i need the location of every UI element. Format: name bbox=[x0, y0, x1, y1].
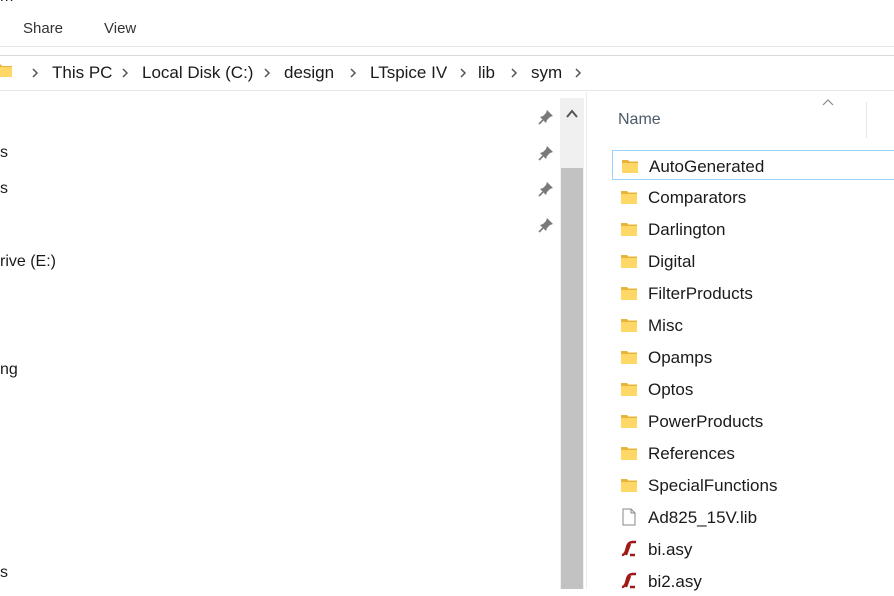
column-header-name[interactable]: Name bbox=[618, 111, 661, 129]
folder-icon bbox=[621, 319, 637, 332]
ribbon-tab-bar: Share View bbox=[0, 0, 894, 48]
ltspice-symbol-icon bbox=[621, 540, 636, 557]
chevron-right-icon[interactable] bbox=[458, 66, 468, 80]
breadcrumb-this-pc[interactable]: This PC bbox=[52, 63, 112, 83]
breadcrumb-sym[interactable]: sym bbox=[531, 63, 562, 83]
nav-item[interactable]: s bbox=[0, 180, 8, 198]
breadcrumb-ltspice[interactable]: LTspice IV bbox=[370, 63, 447, 83]
file-name: bi2.asy bbox=[648, 572, 702, 591]
chevron-right-icon[interactable] bbox=[348, 66, 358, 80]
file-name: References bbox=[648, 444, 735, 463]
scroll-up-arrow-icon[interactable] bbox=[560, 98, 584, 128]
column-separator[interactable] bbox=[866, 102, 867, 138]
folder-icon bbox=[621, 287, 637, 300]
file-name: PowerProducts bbox=[648, 412, 764, 431]
tab-view[interactable]: View bbox=[104, 20, 136, 37]
list-item[interactable]: FilterProducts bbox=[612, 278, 894, 308]
folder-icon bbox=[621, 415, 637, 428]
file-name: Misc bbox=[648, 316, 683, 335]
nav-item[interactable]: s bbox=[0, 144, 8, 162]
chevron-right-icon[interactable] bbox=[30, 66, 40, 80]
list-item[interactable]: References bbox=[612, 438, 894, 468]
breadcrumb-local-disk[interactable]: Local Disk (C:) bbox=[142, 63, 253, 83]
pin-icon[interactable] bbox=[538, 145, 554, 161]
tab-share[interactable]: Share bbox=[23, 20, 63, 37]
file-name: bi.asy bbox=[648, 540, 693, 559]
list-item[interactable]: AutoGenerated bbox=[612, 150, 894, 180]
pin-icon[interactable] bbox=[538, 181, 554, 197]
file-name: Optos bbox=[648, 380, 694, 399]
list-item[interactable]: PowerProducts bbox=[612, 406, 894, 436]
scroll-thumb[interactable] bbox=[561, 168, 583, 589]
nav-item-drive-e[interactable]: rive (E:) bbox=[0, 253, 56, 271]
chevron-right-icon[interactable] bbox=[120, 66, 130, 80]
list-item[interactable]: Comparators bbox=[612, 182, 894, 212]
pane-splitter[interactable] bbox=[586, 92, 587, 589]
file-name: SpecialFunctions bbox=[648, 476, 778, 495]
folder-icon bbox=[621, 223, 637, 236]
list-item[interactable]: Darlington bbox=[612, 214, 894, 244]
file-name: Darlington bbox=[648, 220, 726, 239]
folder-icon bbox=[621, 479, 637, 492]
folder-icon bbox=[622, 160, 638, 173]
folder-icon bbox=[0, 64, 12, 77]
file-name: FilterProducts bbox=[648, 284, 753, 303]
chevron-right-icon[interactable] bbox=[573, 66, 583, 80]
nav-item[interactable]: ng bbox=[0, 361, 18, 379]
file-name: Digital bbox=[648, 252, 696, 271]
file-name: Opamps bbox=[648, 348, 713, 367]
file-name: AutoGenerated bbox=[649, 157, 765, 176]
list-item[interactable]: Opamps bbox=[612, 342, 894, 372]
file-name: Ad825_15V.lib bbox=[648, 508, 758, 527]
list-item[interactable]: Optos bbox=[612, 374, 894, 404]
pin-icon[interactable] bbox=[538, 109, 554, 125]
breadcrumb-lib[interactable]: lib bbox=[478, 63, 495, 83]
list-item[interactable]: Misc bbox=[612, 310, 894, 340]
pin-icon[interactable] bbox=[538, 217, 554, 233]
file-icon bbox=[622, 508, 636, 526]
nav-item[interactable]: s bbox=[0, 564, 8, 582]
folder-icon bbox=[621, 191, 637, 204]
address-divider bbox=[0, 90, 894, 91]
list-item[interactable]: bi.asy bbox=[612, 534, 894, 564]
breadcrumb-design[interactable]: design bbox=[284, 63, 334, 83]
folder-icon bbox=[621, 447, 637, 460]
ribbon-divider bbox=[0, 46, 894, 47]
list-item[interactable]: Ad825_15V.lib bbox=[612, 502, 894, 532]
ltspice-symbol-icon bbox=[621, 572, 636, 589]
file-name: Comparators bbox=[648, 188, 747, 207]
folder-icon bbox=[621, 351, 637, 364]
list-item[interactable]: bi2.asy bbox=[612, 566, 894, 596]
chevron-right-icon[interactable] bbox=[262, 66, 272, 80]
navigation-pane bbox=[0, 92, 585, 589]
folder-icon bbox=[621, 255, 637, 268]
sort-ascending-icon bbox=[822, 99, 834, 106]
list-item[interactable]: SpecialFunctions bbox=[612, 470, 894, 500]
folder-icon bbox=[621, 383, 637, 396]
list-item[interactable]: Digital bbox=[612, 246, 894, 276]
chevron-right-icon[interactable] bbox=[509, 66, 519, 80]
